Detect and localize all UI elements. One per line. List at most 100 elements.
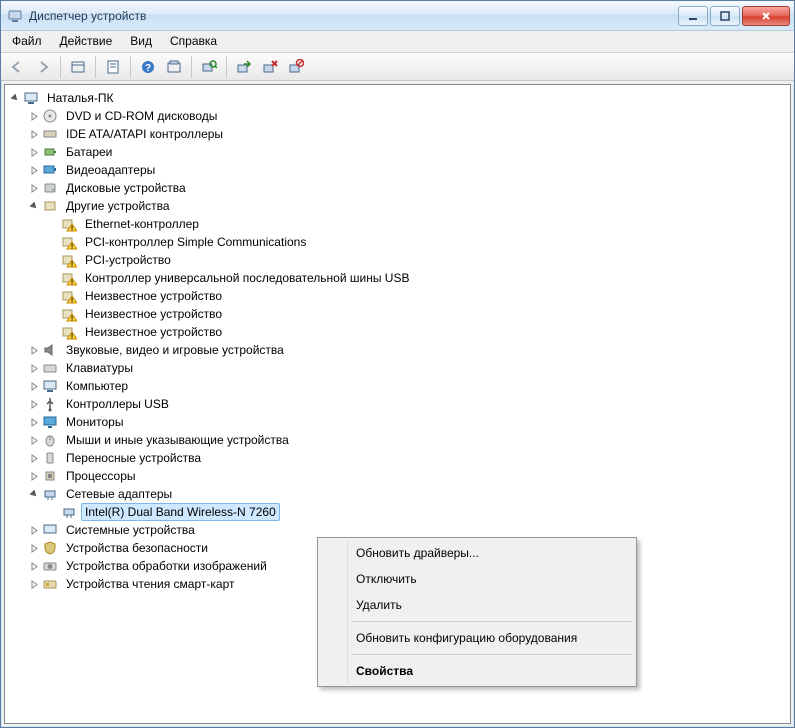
expand-icon[interactable] — [26, 522, 42, 538]
toolbar-update-driver-button[interactable] — [232, 55, 256, 79]
tree-item-other-pci-simple[interactable]: ! PCI-контроллер Simple Communications — [45, 233, 788, 251]
tree-item-computer-root[interactable]: Наталья-ПК — [7, 89, 788, 107]
tree-label: Сетевые адаптеры — [62, 485, 176, 503]
context-menu-rescan[interactable]: Обновить конфигурацию оборудования — [320, 625, 634, 651]
collapse-icon[interactable] — [26, 198, 42, 214]
tree-label: Наталья-ПК — [43, 89, 117, 107]
tree-item-ide[interactable]: IDE ATA/ATAPI контроллеры — [26, 125, 788, 143]
tree-label: Системные устройства — [62, 521, 199, 539]
collapse-icon[interactable] — [7, 90, 23, 106]
toolbar-disable-button[interactable] — [284, 55, 308, 79]
expand-icon[interactable] — [26, 540, 42, 556]
toolbar-forward-button[interactable] — [31, 55, 55, 79]
expand-icon[interactable] — [26, 378, 42, 394]
ide-icon — [42, 126, 58, 142]
no-expand-icon — [45, 270, 61, 286]
tree-label: Дисковые устройства — [62, 179, 190, 197]
toolbar-scan-button[interactable] — [197, 55, 221, 79]
svg-text:!: ! — [71, 226, 73, 233]
expand-icon[interactable] — [26, 108, 42, 124]
other-devices-icon — [42, 198, 58, 214]
expand-icon[interactable] — [26, 180, 42, 196]
no-expand-icon — [45, 288, 61, 304]
tree-label: Видеоадаптеры — [62, 161, 159, 179]
tree-item-cpu[interactable]: Процессоры — [26, 467, 788, 485]
display-adapter-icon — [42, 162, 58, 178]
menu-help[interactable]: Справка — [161, 31, 226, 52]
device-tree: Наталья-ПК DVD и CD-ROM дисководы ID — [7, 89, 788, 593]
tree-item-net-intel[interactable]: Intel(R) Dual Band Wireless-N 7260 — [45, 503, 788, 521]
tree-item-portable[interactable]: Переносные устройства — [26, 449, 788, 467]
tree-panel[interactable]: Наталья-ПК DVD и CD-ROM дисководы ID — [4, 84, 791, 724]
context-menu-disable[interactable]: Отключить — [320, 566, 634, 592]
security-icon — [42, 540, 58, 556]
expand-icon[interactable] — [26, 126, 42, 142]
expand-icon[interactable] — [26, 396, 42, 412]
tree-item-computer[interactable]: Компьютер — [26, 377, 788, 395]
tree-item-disk[interactable]: Дисковые устройства — [26, 179, 788, 197]
tree-item-net[interactable]: Сетевые адаптеры — [26, 485, 788, 503]
expand-icon[interactable] — [26, 432, 42, 448]
expand-icon[interactable] — [26, 360, 42, 376]
tree-item-other-unknown[interactable]: ! Неизвестное устройство — [45, 305, 788, 323]
no-expand-icon — [45, 252, 61, 268]
menu-view[interactable]: Вид — [121, 31, 161, 52]
context-menu-properties[interactable]: Свойства — [320, 658, 634, 684]
no-expand-icon — [45, 306, 61, 322]
tree-item-other-unknown[interactable]: ! Неизвестное устройство — [45, 287, 788, 305]
tree-item-keyboard[interactable]: Клавиатуры — [26, 359, 788, 377]
tree-item-usbctrl[interactable]: Контроллеры USB — [26, 395, 788, 413]
svg-text:?: ? — [145, 63, 151, 74]
disc-icon — [42, 108, 58, 124]
tree-label: Другие устройства — [62, 197, 174, 215]
tree-label: Клавиатуры — [62, 359, 137, 377]
expand-icon[interactable] — [26, 468, 42, 484]
expand-icon[interactable] — [26, 144, 42, 160]
svg-text:!: ! — [71, 244, 73, 251]
tree-item-dvd[interactable]: DVD и CD-ROM дисководы — [26, 107, 788, 125]
tree-item-other[interactable]: Другие устройства — [26, 197, 788, 215]
content-wrapper: Наталья-ПК DVD и CD-ROM дисководы ID — [1, 81, 794, 727]
computer-icon — [42, 378, 58, 394]
app-icon — [7, 8, 23, 24]
expand-icon[interactable] — [26, 162, 42, 178]
svg-text:!: ! — [71, 316, 73, 323]
tree-item-mouse[interactable]: Мыши и иные указывающие устройства — [26, 431, 788, 449]
toolbar-uninstall-button[interactable] — [258, 55, 282, 79]
menu-file[interactable]: Файл — [3, 31, 51, 52]
context-menu-separator — [352, 621, 632, 622]
context-menu-delete[interactable]: Удалить — [320, 592, 634, 618]
collapse-icon[interactable] — [26, 486, 42, 502]
expand-icon[interactable] — [26, 450, 42, 466]
expand-icon[interactable] — [26, 414, 42, 430]
maximize-button[interactable] — [710, 6, 740, 26]
tree-item-other-usb[interactable]: ! Контроллер универсальной последователь… — [45, 269, 788, 287]
expand-icon[interactable] — [26, 558, 42, 574]
battery-icon — [42, 144, 58, 160]
tree-item-video[interactable]: Видеоадаптеры — [26, 161, 788, 179]
warning-device-icon: ! — [61, 234, 77, 250]
sound-icon — [42, 342, 58, 358]
toolbar-back-button[interactable] — [5, 55, 29, 79]
tree-item-other-pci[interactable]: ! PCI-устройство — [45, 251, 788, 269]
expand-icon[interactable] — [26, 342, 42, 358]
tree-item-other-ethernet[interactable]: ! Ethernet-контроллер — [45, 215, 788, 233]
context-menu-update-drivers[interactable]: Обновить драйверы... — [320, 540, 634, 566]
expand-icon[interactable] — [26, 576, 42, 592]
tree-item-battery[interactable]: Батареи — [26, 143, 788, 161]
toolbar-show-hidden-button[interactable] — [66, 55, 90, 79]
tree-item-other-unknown[interactable]: ! Неизвестное устройство — [45, 323, 788, 341]
tree-label: PCI-устройство — [81, 251, 175, 269]
tree-item-sound[interactable]: Звуковые, видео и игровые устройства — [26, 341, 788, 359]
tree-label: IDE ATA/ATAPI контроллеры — [62, 125, 227, 143]
minimize-button[interactable] — [678, 6, 708, 26]
close-button[interactable] — [742, 6, 790, 26]
toolbar-properties-button[interactable] — [101, 55, 125, 79]
toolbar-action-button[interactable] — [162, 55, 186, 79]
menu-action[interactable]: Действие — [51, 31, 122, 52]
svg-text:!: ! — [71, 280, 73, 287]
toolbar-help-button[interactable]: ? — [136, 55, 160, 79]
warning-device-icon: ! — [61, 288, 77, 304]
tree-item-monitor[interactable]: Мониторы — [26, 413, 788, 431]
tree-label: Процессоры — [62, 467, 140, 485]
